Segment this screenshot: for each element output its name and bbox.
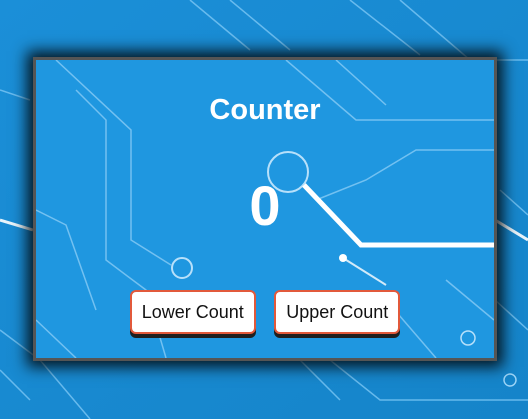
counter-card: Counter 0 Lower Count Upper Count [33,57,497,361]
lower-count-button[interactable]: Lower Count [129,290,256,334]
counter-title: Counter [209,94,321,126]
counter-value: 0 [249,174,281,237]
upper-count-button[interactable]: Upper Count [274,290,401,334]
button-row: Lower Count Upper Count [36,290,494,334]
